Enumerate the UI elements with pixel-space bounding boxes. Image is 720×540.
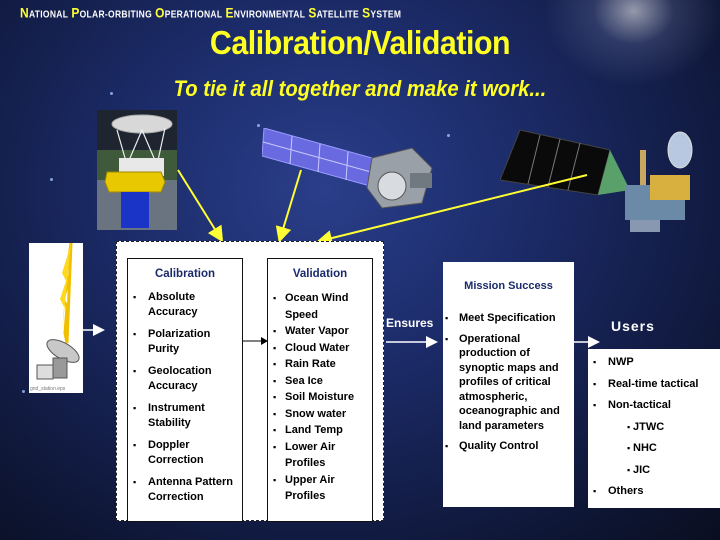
mission-success-box: Mission Success Meet Specification Opera… [443, 262, 574, 507]
arrow-left-satellite [177, 169, 224, 243]
list-item: Sea Ice [268, 373, 372, 390]
list-item: Lower Air Profiles [268, 439, 372, 472]
list-item: Antenna Pattern Correction [128, 475, 242, 505]
satellite-center-image [262, 128, 433, 209]
list-item: Others [588, 484, 720, 498]
star [447, 134, 450, 137]
list-item: Soil Moisture [268, 389, 372, 406]
list-item: Rain Rate [268, 356, 372, 373]
list-item: Land Temp [268, 422, 372, 439]
list-item: Real-time tactical [588, 377, 720, 391]
ground-station-caption: gnd_station.eps [30, 386, 66, 392]
star [257, 124, 260, 127]
users-box: NWP Real-time tactical Non-tactical JTWC… [588, 349, 720, 508]
mission-success-list: Meet Specification Operational productio… [443, 311, 574, 454]
list-item: Water Vapor [268, 323, 372, 340]
list-item: Cloud Water [268, 340, 372, 357]
validation-list: Ocean Wind Speed Water Vapor Cloud Water… [268, 290, 372, 505]
system-header-word: Environmental [225, 5, 306, 22]
sub-list-item: JIC [588, 463, 720, 477]
star [22, 390, 25, 393]
list-item: Polarization Purity [128, 327, 242, 357]
list-item: Upper Air Profiles [268, 472, 372, 505]
list-item: Absolute Accuracy [128, 290, 242, 320]
list-item: Meet Specification [443, 311, 574, 326]
sub-list-item: JTWC [588, 420, 720, 434]
users-title: Users [611, 318, 655, 334]
calibration-title: Calibration [154, 268, 216, 280]
system-header-word: System [362, 5, 402, 22]
slide-title: Calibration/Validation [209, 24, 511, 61]
list-item: Non-tactical [588, 398, 720, 412]
list-item: Instrument Stability [128, 401, 242, 431]
ensures-label: Ensures [386, 316, 434, 330]
arrow-cal-to-val [243, 337, 268, 345]
system-header-word: Satellite [308, 5, 360, 22]
ground-station-image: gnd_station.eps [29, 242, 83, 393]
ground-station-dish-icon [36, 242, 80, 380]
list-item: NWP [588, 355, 720, 369]
calibration-list: Absolute Accuracy Polarization Purity Ge… [128, 290, 242, 505]
mission-success-title: Mission Success [464, 280, 553, 292]
system-header-word: Polar-orbiting [71, 5, 152, 22]
system-header-word: Operational [155, 5, 223, 22]
calibration-box: Calibration Absolute Accuracy Polarizati… [127, 258, 243, 522]
validation-title: Validation [292, 268, 348, 280]
list-item: Geolocation Accuracy [128, 364, 242, 394]
list-item: Doppler Correction [128, 438, 242, 468]
satellite-left-image [97, 110, 177, 230]
system-header-word: National [20, 5, 69, 22]
list-item: Snow water [268, 406, 372, 423]
system-header: National Polar-orbiting Operational Envi… [20, 5, 401, 21]
slide-subtitle: To tie it all together and make it work.… [173, 76, 547, 101]
users-list: NWP Real-time tactical Non-tactical JTWC… [588, 355, 720, 498]
validation-box: Validation Ocean Wind Speed Water Vapor … [267, 258, 373, 522]
sub-list-item: NHC [588, 441, 720, 455]
star [50, 178, 53, 181]
list-item: Ocean Wind Speed [268, 290, 372, 323]
list-item: Operational production of synoptic maps … [443, 332, 574, 434]
satellite-right-image [500, 129, 693, 232]
list-item: Quality Control [443, 439, 574, 454]
